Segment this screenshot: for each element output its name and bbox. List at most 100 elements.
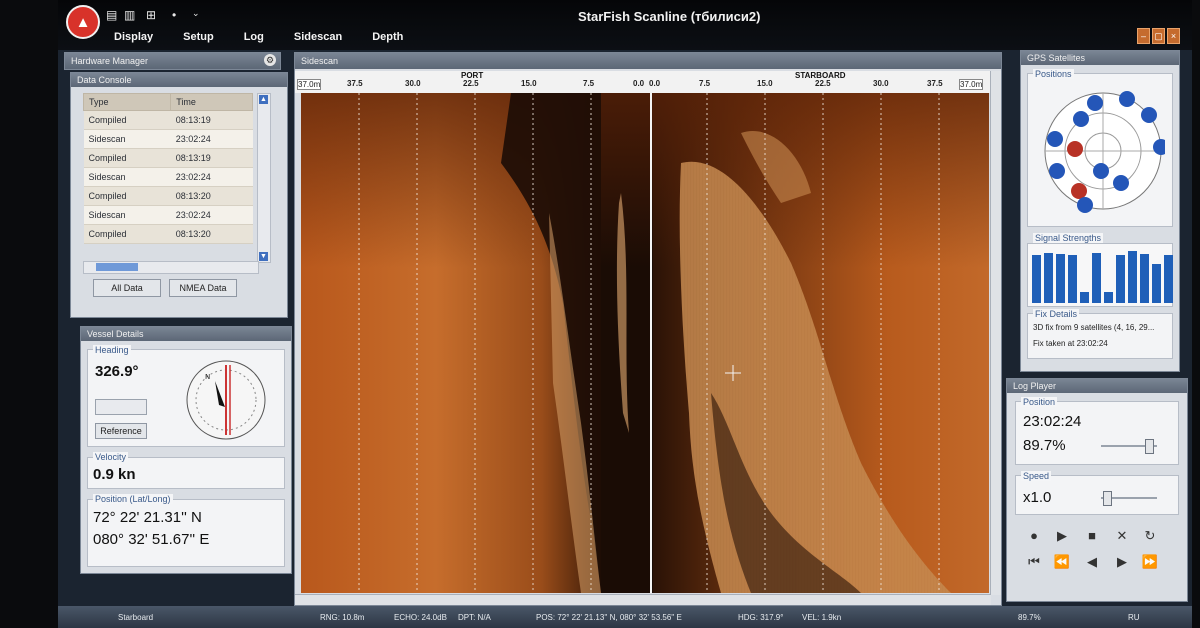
monitor-bezel-right — [1192, 0, 1200, 628]
table-row[interactable]: Sidescan 23:02:24 — [83, 205, 253, 225]
gps-satellites-panel: GPS Satellites Positions Signal Strength… — [1020, 50, 1180, 372]
status-position: POS: 72° 22' 21.13'' N, 080° 32' 53.56''… — [536, 613, 682, 622]
tick-label: 30.0 — [405, 79, 421, 88]
slider-thumb[interactable] — [1103, 491, 1112, 506]
data-console-horizontal-scrollbar[interactable] — [83, 261, 259, 274]
latitude-value: 72° 22' 21.31'' N — [93, 509, 202, 526]
sidescan-title: Sidescan — [295, 53, 1001, 69]
sidescan-vertical-scrollbar[interactable] — [990, 71, 1001, 595]
cell-time: 08:13:20 — [170, 186, 253, 206]
velocity-label: Velocity — [93, 452, 129, 462]
tick-label: 22.5 — [815, 79, 831, 88]
step-back-icon[interactable]: ◀ — [1083, 553, 1101, 571]
monitor-bezel-left — [0, 0, 58, 628]
tick-label: 30.0 — [873, 79, 889, 88]
cell-time: 23:02:24 — [170, 167, 253, 187]
cell-time: 23:02:24 — [170, 129, 253, 149]
scrollbar-thumb[interactable] — [96, 263, 138, 271]
sonar-image[interactable] — [301, 93, 989, 593]
sonar-waterfall — [301, 93, 989, 593]
menu-log[interactable]: Log — [244, 31, 264, 43]
record-icon[interactable]: ● — [1025, 527, 1043, 545]
cell-type: Compiled — [83, 110, 171, 130]
step-forward-icon[interactable]: ▶ — [1113, 553, 1131, 571]
loop-icon[interactable]: ↻ — [1141, 527, 1159, 545]
playback-position-slider[interactable] — [1101, 439, 1157, 454]
range-left-label: 37.0m — [297, 79, 322, 90]
longitude-value: 080° 32' 51.67'' E — [93, 531, 210, 548]
dot-icon[interactable]: • — [172, 8, 176, 22]
playback-time: 23:02:24 — [1023, 413, 1082, 430]
open-file-icon[interactable]: ▥ — [124, 8, 135, 22]
positions-label: Positions — [1033, 69, 1074, 79]
table-row[interactable]: Sidescan 23:02:24 — [83, 129, 253, 149]
cell-type: Compiled — [83, 148, 171, 168]
status-velocity: VEL: 1.9kn — [802, 613, 842, 622]
cell-type: Sidescan — [83, 129, 171, 149]
speed-label: Speed — [1021, 471, 1052, 481]
tick-label: 7.5 — [583, 79, 595, 88]
keyboard-language[interactable]: RU — [1128, 613, 1140, 622]
cell-type: Sidescan — [83, 205, 171, 225]
gear-icon[interactable]: ⚙ — [264, 54, 276, 66]
playback-position-group — [1015, 401, 1179, 465]
data-console-vertical-scrollbar[interactable]: ▲ ▼ — [257, 93, 271, 263]
signal-bar — [1152, 264, 1161, 303]
restore-icon[interactable]: ▢ — [1152, 28, 1165, 44]
minimize-icon[interactable]: – — [1137, 28, 1150, 44]
nmea-data-button[interactable]: NMEA Data — [169, 279, 237, 297]
play-icon[interactable]: ▶ — [1053, 527, 1071, 545]
chevron-down-icon[interactable]: ⌄ — [192, 8, 200, 19]
tick-label: 22.5 — [463, 79, 479, 88]
speed-slider[interactable] — [1101, 491, 1157, 506]
tick-label: 15.0 — [521, 79, 537, 88]
table-row[interactable]: Compiled 08:13:20 — [83, 186, 253, 206]
data-console-table: Type Time Compiled 08:13:19 Sidescan 23:02… — [82, 93, 253, 244]
close-icon[interactable]: × — [1167, 28, 1180, 44]
hardware-manager-panel[interactable]: Hardware Manager ⚙ — [64, 52, 281, 70]
signal-bar — [1164, 255, 1173, 303]
cell-type: Compiled — [83, 186, 171, 206]
menu-setup[interactable]: Setup — [183, 31, 214, 43]
sidescan-horizontal-scrollbar[interactable] — [295, 594, 991, 605]
table-row[interactable]: Compiled 08:13:19 — [83, 110, 253, 130]
signal-bar — [1140, 254, 1149, 303]
cell-time: 08:13:20 — [170, 224, 253, 244]
scroll-up-icon[interactable]: ▲ — [259, 95, 268, 104]
rewind-icon[interactable]: ⏪ — [1053, 553, 1071, 571]
skip-start-icon[interactable]: ⏮ — [1025, 553, 1043, 571]
menu-display[interactable]: Display — [114, 31, 153, 43]
menu-sidescan[interactable]: Sidescan — [294, 31, 342, 43]
column-header-time[interactable]: Time — [170, 93, 253, 111]
svg-text:N: N — [205, 373, 210, 381]
fast-forward-icon[interactable]: ⏩ — [1141, 553, 1159, 571]
log-player-panel: Log Player Position 23:02:24 89.7% Speed… — [1006, 378, 1188, 602]
reference-button[interactable]: Reference — [95, 423, 147, 439]
stop-icon[interactable]: ■ — [1083, 527, 1101, 545]
data-console-panel: Data Console Type Time Compiled 08:13:19 … — [70, 72, 288, 318]
tick-label: 37.5 — [927, 79, 943, 88]
table-row[interactable]: Compiled 08:13:20 — [83, 224, 253, 244]
table-row[interactable]: Compiled 08:13:19 — [83, 148, 253, 168]
all-data-button[interactable]: All Data — [93, 279, 161, 297]
menu-depth[interactable]: Depth — [372, 31, 403, 43]
tick-label: 0.0 — [633, 79, 645, 88]
heading-offset-field[interactable] — [95, 399, 147, 415]
tick-label: 37.5 — [347, 79, 363, 88]
compass-icon: N — [186, 360, 266, 440]
range-ruler: PORT STARBOARD 37.0m 37.5 30.0 22.5 15.0… — [295, 71, 991, 93]
playback-position-label: Position — [1021, 397, 1058, 407]
close-icon[interactable]: ✕ — [1113, 527, 1131, 545]
new-file-icon[interactable]: ▤ — [106, 8, 117, 22]
toolbar-icon[interactable]: ⊞ — [146, 8, 156, 22]
scroll-down-icon[interactable]: ▼ — [259, 252, 268, 261]
cell-time: 08:13:19 — [170, 110, 253, 130]
table-row[interactable]: Sidescan 23:02:24 — [83, 167, 253, 187]
column-header-type[interactable]: Type — [82, 93, 172, 111]
app-logo-icon[interactable]: ▲ — [66, 5, 100, 39]
range-right-label: 37.0m — [959, 79, 984, 90]
window-title: StarFish Scanline (тбилиси2) — [578, 9, 761, 24]
slider-thumb[interactable] — [1145, 439, 1154, 454]
signal-bar — [1056, 254, 1065, 303]
signal-bar — [1092, 253, 1101, 303]
